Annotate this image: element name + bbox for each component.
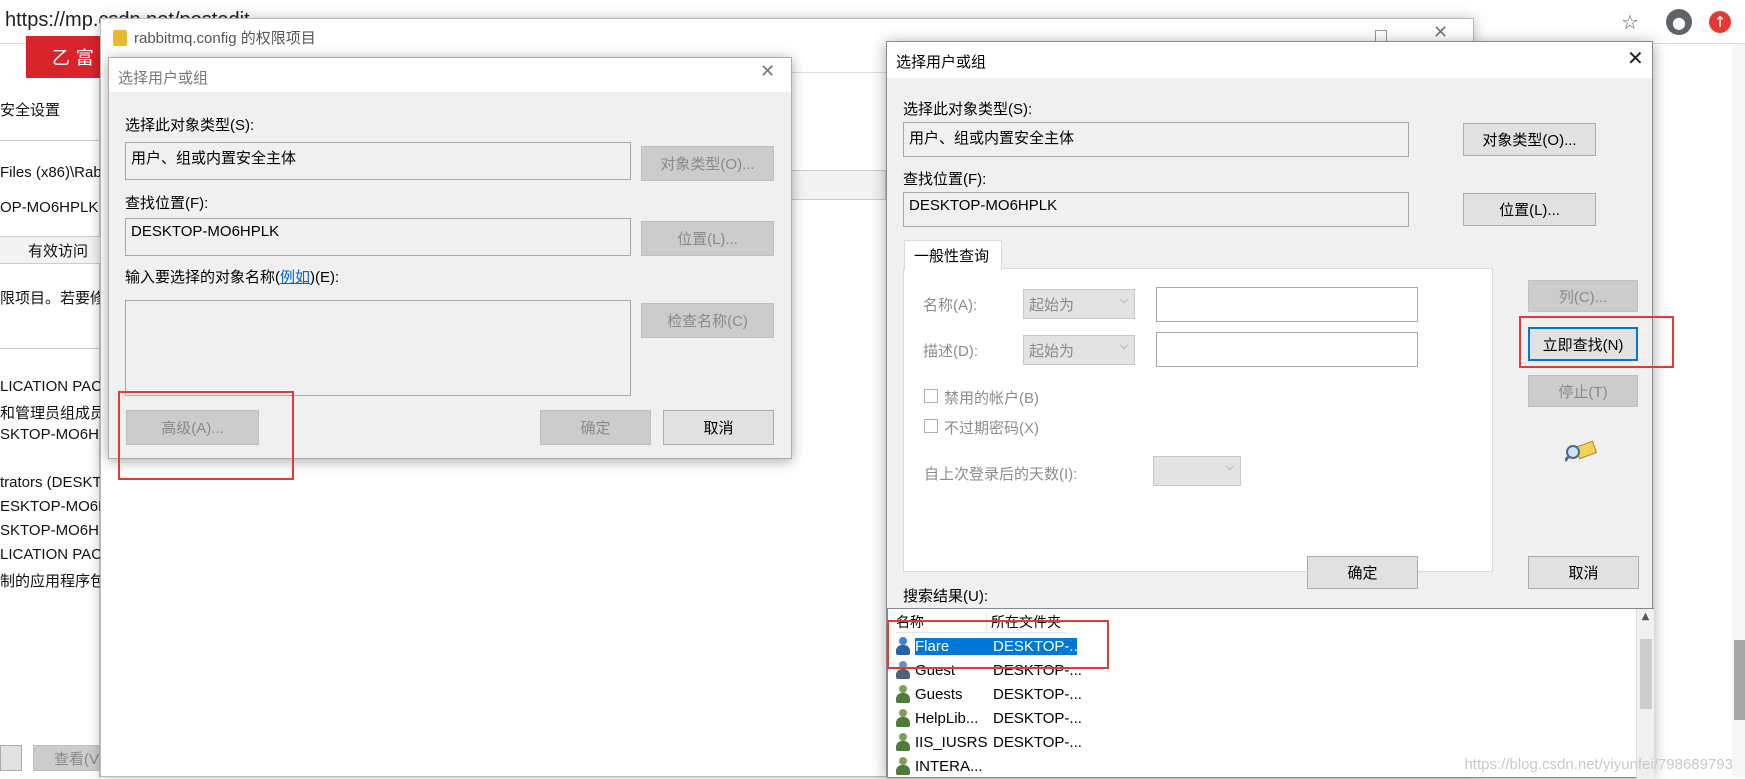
disabled-accounts-label: 禁用的帐户(B) — [944, 390, 1039, 407]
row-folder: DESKTOP-... — [993, 685, 1082, 703]
row-name: IIS_IUSRS — [915, 733, 987, 751]
enter-names-textarea[interactable] — [125, 300, 631, 396]
side-text-6: 和管理员组成员 — [0, 405, 106, 422]
row-name: Guests — [915, 685, 963, 703]
dialog1-title: 选择用户或组 — [118, 70, 209, 87]
description-label: 描述(D): — [923, 343, 978, 360]
side-text-12: 制的应用程序包 — [0, 573, 106, 590]
annotation-box-advanced — [118, 391, 294, 480]
star-icon[interactable]: ☆ — [1617, 9, 1643, 35]
group-icon — [894, 685, 912, 703]
object-types-button[interactable]: 对象类型(O)... — [1463, 123, 1596, 156]
disabled-accounts-checkbox[interactable] — [924, 389, 938, 403]
side-text-8: trators (DESKT — [0, 474, 102, 491]
side-text-2: OP-MO6HPLK — [0, 199, 99, 216]
examples-link[interactable]: 例如 — [280, 269, 310, 286]
search-icon — [1563, 438, 1598, 462]
days-since-logon-label: 自上次登录后的天数(I): — [924, 466, 1078, 483]
group-icon — [894, 709, 912, 727]
ok-button[interactable]: 确定 — [1307, 556, 1418, 589]
account-icon[interactable]: ● — [1666, 9, 1692, 35]
close-icon[interactable]: ✕ — [760, 61, 775, 82]
chevron-down-icon: ⌵ — [1119, 340, 1128, 352]
location-label: 查找位置(F): — [903, 171, 987, 188]
object-type-field: 用户、组或内置安全主体 — [903, 122, 1409, 157]
page-scroll-thumb[interactable] — [1734, 640, 1745, 720]
check-names-button[interactable]: 检查名称(C) — [641, 303, 774, 338]
tab-effective-access[interactable]: 有效访问 — [28, 240, 88, 261]
location-field: DESKTOP-MO6HPLK — [903, 192, 1409, 227]
non-expiring-checkbox[interactable] — [924, 419, 938, 433]
search-results-label: 搜索结果(U): — [903, 588, 988, 605]
object-types-button[interactable]: 对象类型(O)... — [641, 146, 774, 181]
side-text-9: ESKTOP-MO6H — [0, 498, 109, 515]
list-item[interactable]: IIS_IUSRS DESKTOP-... — [894, 730, 1094, 754]
side-text-5: LICATION PAC — [0, 378, 102, 395]
cancel-button[interactable]: 取消 — [1528, 556, 1639, 589]
group-icon — [894, 733, 912, 751]
description-operator-select[interactable]: 起始为 ⌵ — [1023, 335, 1135, 365]
row-name: INTERA... — [915, 757, 983, 775]
annotation-box-find-now — [1519, 316, 1674, 368]
update-icon[interactable]: ↑ — [1709, 11, 1731, 33]
stop-button[interactable]: 停止(T) — [1528, 375, 1638, 407]
row-name: HelpLib... — [915, 709, 979, 727]
list-item[interactable]: HelpLib... DESKTOP-... — [894, 706, 1094, 730]
non-expiring-label: 不过期密码(X) — [944, 420, 1039, 437]
list-item[interactable]: Guests DESKTOP-... — [894, 682, 1094, 706]
name-operator-select[interactable]: 起始为 ⌵ — [1023, 289, 1135, 319]
object-type-field: 用户、组或内置安全主体 — [125, 142, 631, 180]
folder-icon — [113, 30, 127, 46]
days-select[interactable]: ⌵ — [1153, 456, 1241, 486]
location-field: DESKTOP-MO6HPLK — [125, 218, 631, 256]
close-icon[interactable]: ✕ — [1433, 22, 1448, 43]
row-folder: DESKTOP-... — [993, 709, 1082, 727]
side-text-11: LICATION PAC — [0, 546, 102, 563]
location-label: 查找位置(F): — [125, 195, 209, 212]
annotation-box-flare — [887, 620, 1109, 669]
cancel-button[interactable]: 取消 — [663, 410, 774, 445]
chevron-down-icon: ⌵ — [1119, 294, 1128, 306]
side-text-4: 限项目。若要修 — [0, 290, 106, 307]
tab-label: 一般性查询 — [914, 248, 990, 265]
results-scrollbar[interactable]: ▲ — [1636, 609, 1654, 779]
name-input[interactable] — [1156, 287, 1418, 322]
name-label: 名称(A): — [923, 297, 978, 314]
enter-names-label: 输入要选择的对象名称(例如)(E): — [125, 269, 340, 286]
description-input[interactable] — [1156, 332, 1418, 367]
watermark: https://blog.csdn.net/yiyunfei/798689793 — [1464, 756, 1733, 773]
view-button[interactable]: 查看(V — [33, 745, 100, 771]
dialog2-title: 选择用户或组 — [896, 54, 987, 71]
locations-button[interactable]: 位置(L)... — [1463, 193, 1596, 226]
list-item[interactable]: INTERA... — [894, 754, 1094, 778]
dialog1-titlebar — [109, 58, 791, 92]
close-icon[interactable]: ✕ — [1627, 46, 1644, 70]
side-text-0: 安全设置 — [0, 102, 61, 119]
dialog2-titlebar — [887, 42, 1652, 78]
locations-button[interactable]: 位置(L)... — [641, 221, 774, 256]
object-type-label: 选择此对象类型(S): — [125, 117, 255, 134]
group-icon — [894, 757, 912, 775]
chevron-down-icon: ⌵ — [1225, 461, 1234, 473]
side-text-1: Files (x86)\Rab — [0, 164, 102, 181]
permission-window-title: rabbitmq.config 的权限项目 — [134, 30, 316, 47]
ok-button[interactable]: 确定 — [540, 410, 651, 445]
side-text-10: SKTOP-MO6H — [0, 522, 99, 539]
row-folder: DESKTOP-... — [993, 733, 1082, 751]
columns-button[interactable]: 列(C)... — [1528, 280, 1638, 312]
object-type-label: 选择此对象类型(S): — [903, 101, 1033, 118]
